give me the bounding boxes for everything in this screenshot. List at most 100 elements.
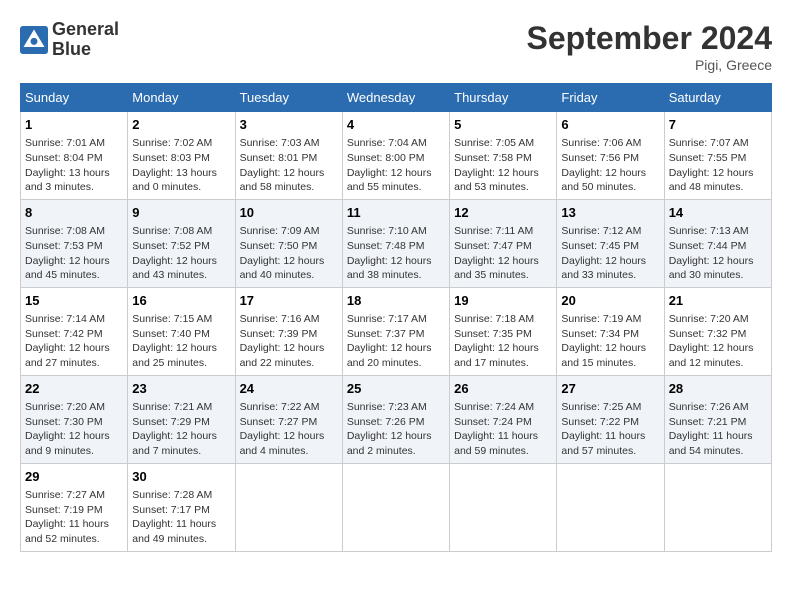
location: Pigi, Greece — [527, 57, 772, 73]
calendar-cell: 13Sunrise: 7:12 AM Sunset: 7:45 PM Dayli… — [557, 199, 664, 287]
calendar-cell: 6 Sunrise: 7:06 AM Sunset: 7:56 PM Daylig… — [557, 112, 664, 200]
day-info: Sunrise: 7:12 AM Sunset: 7:45 PM Dayligh… — [561, 224, 659, 283]
calendar-cell: 7 Sunrise: 7:07 AM Sunset: 7:55 PM Daylig… — [664, 112, 771, 200]
title-block: September 2024 Pigi, Greece — [527, 20, 772, 73]
day-info: Sunrise: 7:10 AM Sunset: 7:48 PM Dayligh… — [347, 224, 445, 283]
calendar-cell: 21Sunrise: 7:20 AM Sunset: 7:32 PM Dayli… — [664, 287, 771, 375]
day-info: Sunrise: 7:23 AM Sunset: 7:26 PM Dayligh… — [347, 400, 445, 459]
day-info: Sunrise: 7:18 AM Sunset: 7:35 PM Dayligh… — [454, 312, 552, 371]
day-number: 20 — [561, 292, 659, 310]
logo-text: General Blue — [52, 20, 119, 60]
calendar-cell: 16 Sunrise: 7:15 AM Sunset: 7:40 PM Dayli… — [128, 287, 235, 375]
day-number: 3 — [240, 116, 338, 134]
calendar-cell: 18Sunrise: 7:17 AM Sunset: 7:37 PM Dayli… — [342, 287, 449, 375]
calendar-cell: 20 Sunrise: 7:19 AM Sunset: 7:34 PM Dayli… — [557, 287, 664, 375]
day-info: Sunrise: 7:20 AM Sunset: 7:32 PM Dayligh… — [669, 312, 767, 371]
calendar-cell: 28 Sunrise: 7:26 AM Sunset: 7:21 PM Dayli… — [664, 375, 771, 463]
day-info: Sunrise: 7:16 AM Sunset: 7:39 PM Dayligh… — [240, 312, 338, 371]
day-number: 26 — [454, 380, 552, 398]
day-info: Sunrise: 7:02 AM Sunset: 8:03 PM Dayligh… — [132, 136, 230, 195]
calendar-cell: 27 Sunrise: 7:25 AM Sunset: 7:22 PM Dayli… — [557, 375, 664, 463]
calendar-week-row: 29 Sunrise: 7:27 AM Sunset: 7:19 PM Dayli… — [21, 463, 772, 551]
calendar-cell: 22 Sunrise: 7:20 AM Sunset: 7:30 PM Dayli… — [21, 375, 128, 463]
logo: General Blue — [20, 20, 119, 60]
calendar-week-row: 8 Sunrise: 7:08 AM Sunset: 7:53 PM Daylig… — [21, 199, 772, 287]
day-info: Sunrise: 7:14 AM Sunset: 7:42 PM Dayligh… — [25, 312, 123, 371]
calendar-cell: 5Sunrise: 7:05 AM Sunset: 7:58 PM Daylig… — [450, 112, 557, 200]
day-info: Sunrise: 7:28 AM Sunset: 7:17 PM Dayligh… — [132, 488, 230, 547]
calendar-cell: 25 Sunrise: 7:23 AM Sunset: 7:26 PM Dayli… — [342, 375, 449, 463]
day-number: 14 — [669, 204, 767, 222]
day-number: 6 — [561, 116, 659, 134]
calendar-cell: 10 Sunrise: 7:09 AM Sunset: 7:50 PM Dayli… — [235, 199, 342, 287]
day-info: Sunrise: 7:17 AM Sunset: 7:37 PM Dayligh… — [347, 312, 445, 371]
calendar-cell: 3 Sunrise: 7:03 AM Sunset: 8:01 PM Daylig… — [235, 112, 342, 200]
day-number: 10 — [240, 204, 338, 222]
day-info: Sunrise: 7:03 AM Sunset: 8:01 PM Dayligh… — [240, 136, 338, 195]
day-number: 24 — [240, 380, 338, 398]
day-number: 4 — [347, 116, 445, 134]
day-number: 16 — [132, 292, 230, 310]
day-info: Sunrise: 7:22 AM Sunset: 7:27 PM Dayligh… — [240, 400, 338, 459]
day-number: 1 — [25, 116, 123, 134]
header-thursday: Thursday — [450, 84, 557, 112]
day-info: Sunrise: 7:06 AM Sunset: 7:56 PM Dayligh… — [561, 136, 659, 195]
day-info: Sunrise: 7:11 AM Sunset: 7:47 PM Dayligh… — [454, 224, 552, 283]
day-number: 22 — [25, 380, 123, 398]
header-sunday: Sunday — [21, 84, 128, 112]
header-tuesday: Tuesday — [235, 84, 342, 112]
day-number: 29 — [25, 468, 123, 486]
day-number: 28 — [669, 380, 767, 398]
day-info: Sunrise: 7:25 AM Sunset: 7:22 PM Dayligh… — [561, 400, 659, 459]
day-info: Sunrise: 7:15 AM Sunset: 7:40 PM Dayligh… — [132, 312, 230, 371]
header-friday: Friday — [557, 84, 664, 112]
day-number: 27 — [561, 380, 659, 398]
header-monday: Monday — [128, 84, 235, 112]
day-number: 15 — [25, 292, 123, 310]
day-number: 25 — [347, 380, 445, 398]
day-info: Sunrise: 7:05 AM Sunset: 7:58 PM Dayligh… — [454, 136, 552, 195]
calendar-week-row: 15 Sunrise: 7:14 AM Sunset: 7:42 PM Dayli… — [21, 287, 772, 375]
calendar-cell — [342, 463, 449, 551]
calendar-cell: 30 Sunrise: 7:28 AM Sunset: 7:17 PM Dayli… — [128, 463, 235, 551]
day-info: Sunrise: 7:19 AM Sunset: 7:34 PM Dayligh… — [561, 312, 659, 371]
calendar-cell: 29 Sunrise: 7:27 AM Sunset: 7:19 PM Dayli… — [21, 463, 128, 551]
day-number: 7 — [669, 116, 767, 134]
day-info: Sunrise: 7:04 AM Sunset: 8:00 PM Dayligh… — [347, 136, 445, 195]
day-info: Sunrise: 7:24 AM Sunset: 7:24 PM Dayligh… — [454, 400, 552, 459]
day-info: Sunrise: 7:20 AM Sunset: 7:30 PM Dayligh… — [25, 400, 123, 459]
calendar-cell: 24 Sunrise: 7:22 AM Sunset: 7:27 PM Dayli… — [235, 375, 342, 463]
page-header: General Blue September 2024 Pigi, Greece — [20, 20, 772, 73]
calendar-cell: 4 Sunrise: 7:04 AM Sunset: 8:00 PM Daylig… — [342, 112, 449, 200]
calendar-cell — [235, 463, 342, 551]
calendar-cell: 19 Sunrise: 7:18 AM Sunset: 7:35 PM Dayli… — [450, 287, 557, 375]
day-number: 23 — [132, 380, 230, 398]
day-info: Sunrise: 7:26 AM Sunset: 7:21 PM Dayligh… — [669, 400, 767, 459]
calendar-cell — [664, 463, 771, 551]
calendar-cell: 1Sunrise: 7:01 AM Sunset: 8:04 PM Daylig… — [21, 112, 128, 200]
calendar-cell: 8 Sunrise: 7:08 AM Sunset: 7:53 PM Daylig… — [21, 199, 128, 287]
day-info: Sunrise: 7:08 AM Sunset: 7:53 PM Dayligh… — [25, 224, 123, 283]
calendar-header-row: SundayMondayTuesdayWednesdayThursdayFrid… — [21, 84, 772, 112]
day-number: 11 — [347, 204, 445, 222]
calendar-cell: 26 Sunrise: 7:24 AM Sunset: 7:24 PM Dayli… — [450, 375, 557, 463]
calendar-cell: 11 Sunrise: 7:10 AM Sunset: 7:48 PM Dayli… — [342, 199, 449, 287]
calendar-cell: 9Sunrise: 7:08 AM Sunset: 7:52 PM Daylig… — [128, 199, 235, 287]
day-info: Sunrise: 7:21 AM Sunset: 7:29 PM Dayligh… — [132, 400, 230, 459]
calendar-cell: 12 Sunrise: 7:11 AM Sunset: 7:47 PM Dayli… — [450, 199, 557, 287]
calendar-cell: 14Sunrise: 7:13 AM Sunset: 7:44 PM Dayli… — [664, 199, 771, 287]
header-wednesday: Wednesday — [342, 84, 449, 112]
day-number: 19 — [454, 292, 552, 310]
day-number: 17 — [240, 292, 338, 310]
day-info: Sunrise: 7:07 AM Sunset: 7:55 PM Dayligh… — [669, 136, 767, 195]
day-number: 2 — [132, 116, 230, 134]
calendar-cell — [557, 463, 664, 551]
day-number: 12 — [454, 204, 552, 222]
day-number: 30 — [132, 468, 230, 486]
calendar-table: SundayMondayTuesdayWednesdayThursdayFrid… — [20, 83, 772, 552]
day-number: 8 — [25, 204, 123, 222]
day-info: Sunrise: 7:09 AM Sunset: 7:50 PM Dayligh… — [240, 224, 338, 283]
calendar-cell: 2 Sunrise: 7:02 AM Sunset: 8:03 PM Daylig… — [128, 112, 235, 200]
calendar-cell — [450, 463, 557, 551]
day-info: Sunrise: 7:27 AM Sunset: 7:19 PM Dayligh… — [25, 488, 123, 547]
